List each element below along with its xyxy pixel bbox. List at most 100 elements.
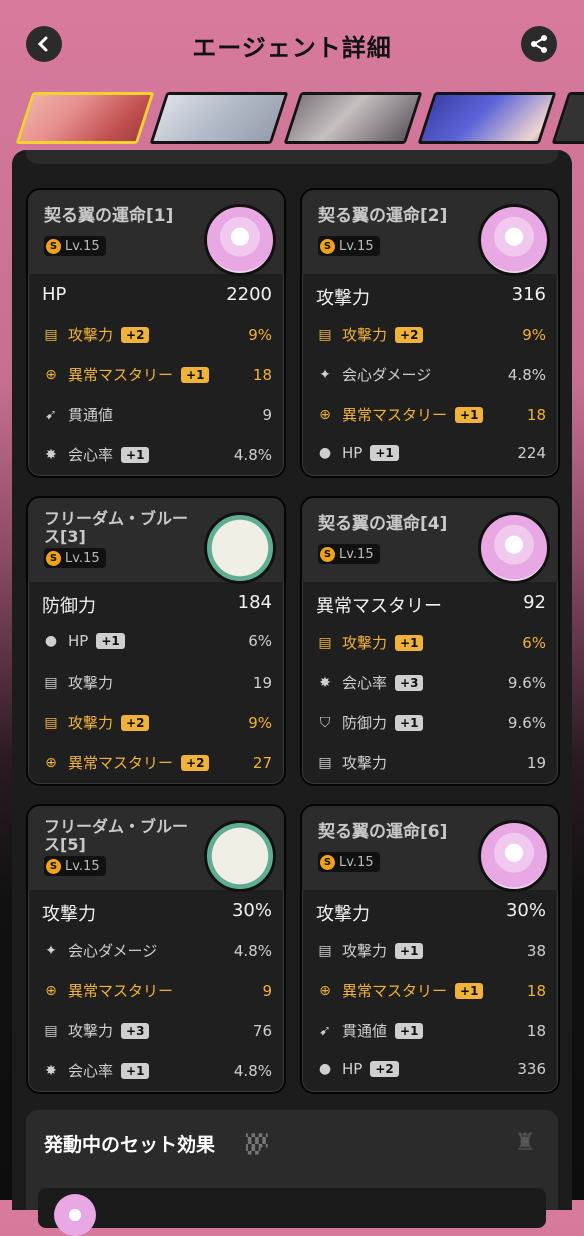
hp-icon: ● bbox=[44, 633, 58, 649]
sub-stat-row: ⊕ 異常マスタリー +1 18 bbox=[316, 980, 546, 1001]
upgrade-badge: +1 bbox=[395, 942, 424, 959]
sub-stat-value: 19 bbox=[526, 753, 546, 772]
sub-stat-label: 攻撃力 bbox=[68, 1022, 114, 1040]
disc-card[interactable]: 契る翼の運命[1] S Lv.15 HP 2200 ▤ 攻撃力 +2 9% ⊕ 異常マスタ… bbox=[26, 188, 286, 478]
main-stat-label: 防御力 bbox=[42, 596, 96, 617]
set-effect-row[interactable] bbox=[38, 1188, 546, 1236]
disc-name: フリーダム・ブルース[5] bbox=[44, 817, 189, 854]
page-title: エージェント詳細 bbox=[192, 34, 392, 62]
main-stat-value: 92 bbox=[523, 592, 546, 613]
attack-icon: ▤ bbox=[318, 754, 332, 771]
attack-icon: ▤ bbox=[318, 634, 332, 651]
main-stat: 攻撃力 30% bbox=[42, 900, 272, 926]
main-stat-value: 30% bbox=[231, 900, 272, 921]
sub-stat-value: 4.8% bbox=[507, 365, 546, 384]
disc-card[interactable]: フリーダム・ブルース[3] S Lv.15 防御力 184 ● HP +1 6% ▤ 攻撃… bbox=[26, 496, 286, 786]
crit-dmg-icon: ✦ bbox=[45, 942, 57, 959]
level-coin-icon: S bbox=[46, 238, 61, 254]
sub-stat-row: ● HP +1 224 bbox=[316, 444, 546, 462]
sub-stat-row: ✸ 会心率 +1 4.8% bbox=[42, 444, 272, 465]
sub-stat-label: 異常マスタリー bbox=[342, 406, 448, 424]
hp-icon: ● bbox=[318, 445, 332, 461]
level-coin-icon: S bbox=[320, 854, 335, 870]
anomaly-icon: ⊕ bbox=[319, 982, 331, 999]
crit-icon: ✸ bbox=[45, 446, 57, 463]
disc-level-badge: S Lv.15 bbox=[44, 856, 106, 876]
agent-tab-3[interactable] bbox=[283, 92, 423, 144]
main-stat-value: 184 bbox=[237, 592, 272, 613]
share-button[interactable] bbox=[521, 26, 557, 62]
def-icon: ⛉ bbox=[319, 714, 331, 731]
agent-portrait bbox=[417, 92, 557, 144]
crit-icon: ✸ bbox=[319, 674, 331, 691]
agent-tab-1[interactable] bbox=[15, 92, 155, 144]
anomaly-icon: ⊕ bbox=[45, 982, 57, 999]
attack-icon: ▤ bbox=[44, 1022, 58, 1039]
agent-tab-2[interactable] bbox=[149, 92, 289, 144]
sub-stat-row: ▤ 攻撃力 +1 38 bbox=[316, 940, 546, 961]
disc-name: 契る翼の運命[6] bbox=[318, 822, 448, 842]
sub-stat-value: 18 bbox=[252, 365, 272, 384]
pen-icon: ➹ bbox=[45, 406, 57, 423]
set-effects-panel: 発動中のセット効果 ▚▞▚▞▚▞ ▞▚▞▚▞▚ ▚▞▚▞ ♜ bbox=[26, 1110, 558, 1236]
sub-stat-label: 攻撃力 bbox=[342, 326, 388, 344]
sub-stat-value: 18 bbox=[526, 981, 546, 1000]
sub-stat-value: 4.8% bbox=[233, 445, 272, 464]
sub-stat-label: HP bbox=[342, 1060, 363, 1078]
sub-stat-value: 9 bbox=[262, 405, 272, 424]
sub-stat-label: 攻撃力 bbox=[68, 326, 114, 344]
upgrade-badge: +1 bbox=[370, 445, 399, 461]
sub-stat-value: 9% bbox=[248, 713, 272, 732]
upgrade-badge: +2 bbox=[121, 326, 150, 343]
agent-tab-5[interactable] bbox=[551, 92, 584, 144]
hp-icon: ● bbox=[318, 1061, 332, 1077]
disc-card[interactable]: 契る翼の運命[4] S Lv.15 異常マスタリー 92 ▤ 攻撃力 +1 6% ✸ 会心… bbox=[300, 496, 560, 786]
disc-image bbox=[204, 512, 276, 584]
sub-stat-value: 9% bbox=[248, 325, 272, 344]
sub-stat-value: 4.8% bbox=[233, 941, 272, 960]
sub-stat-label: HP bbox=[342, 444, 363, 462]
upgrade-badge: +2 bbox=[395, 326, 424, 343]
disc-level: Lv.15 bbox=[65, 238, 100, 254]
agent-portrait bbox=[149, 92, 289, 144]
main-stat-value: 316 bbox=[511, 284, 546, 305]
sub-stat-label: 攻撃力 bbox=[342, 634, 388, 652]
disc-name: 契る翼の運命[2] bbox=[318, 206, 448, 226]
disc-level-badge: S Lv.15 bbox=[44, 548, 106, 568]
disc-card[interactable]: フリーダム・ブルース[5] S Lv.15 攻撃力 30% ✦ 会心ダメージ 4.8… bbox=[26, 804, 286, 1094]
main-stat-label: 攻撃力 bbox=[42, 904, 96, 925]
disc-level: Lv.15 bbox=[339, 854, 374, 870]
sub-stat-row: ▤ 攻撃力 19 bbox=[316, 752, 546, 773]
sub-stat-label: 会心率 bbox=[342, 674, 388, 692]
level-coin-icon: S bbox=[46, 858, 61, 874]
disc-card[interactable]: 契る翼の運命[6] S Lv.15 攻撃力 30% ▤ 攻撃力 +1 38 ⊕ 異常マスタ… bbox=[300, 804, 560, 1094]
main-stat: HP 2200 bbox=[42, 284, 272, 305]
upgrade-badge: +3 bbox=[121, 1022, 150, 1039]
upgrade-badge: +1 bbox=[181, 366, 210, 383]
disc-level: Lv.15 bbox=[339, 238, 374, 254]
sub-stat-label: 防御力 bbox=[342, 714, 388, 732]
agent-portrait bbox=[283, 92, 423, 144]
upgrade-badge: +1 bbox=[395, 634, 424, 651]
decorative-barcode: ▚▞▚▞▚▞ ▞▚▞▚▞▚ ▚▞▚▞ bbox=[246, 1134, 268, 1155]
main-stat-label: HP bbox=[42, 284, 67, 305]
sub-stat-row: ▤ 攻撃力 +2 9% bbox=[316, 324, 546, 345]
sub-stat-row: ✦ 会心ダメージ 4.8% bbox=[316, 364, 546, 385]
disc-card[interactable]: 契る翼の運命[2] S Lv.15 攻撃力 316 ▤ 攻撃力 +2 9% ✦ 会心ダメー… bbox=[300, 188, 560, 478]
disc-level-badge: S Lv.15 bbox=[44, 236, 106, 256]
agent-tab-4[interactable] bbox=[417, 92, 557, 144]
crit-icon: ✸ bbox=[45, 1062, 57, 1079]
upgrade-badge: +1 bbox=[395, 714, 424, 731]
sub-stat-value: 18 bbox=[526, 1021, 546, 1040]
sub-stat-row: ⊕ 異常マスタリー 9 bbox=[42, 980, 272, 1001]
sub-stat-row: ⊕ 異常マスタリー +2 27 bbox=[42, 752, 272, 773]
sub-stat-row: ▤ 攻撃力 19 bbox=[42, 672, 272, 693]
main-stat: 攻撃力 30% bbox=[316, 900, 546, 926]
sub-stat-row: ✸ 会心率 +1 4.8% bbox=[42, 1060, 272, 1081]
main-stat-value: 2200 bbox=[226, 284, 272, 305]
upgrade-badge: +1 bbox=[395, 1022, 424, 1039]
main-stat: 攻撃力 316 bbox=[316, 284, 546, 310]
attack-icon: ▤ bbox=[318, 326, 332, 343]
sub-stat-value: 38 bbox=[526, 941, 546, 960]
attack-icon: ▤ bbox=[318, 942, 332, 959]
